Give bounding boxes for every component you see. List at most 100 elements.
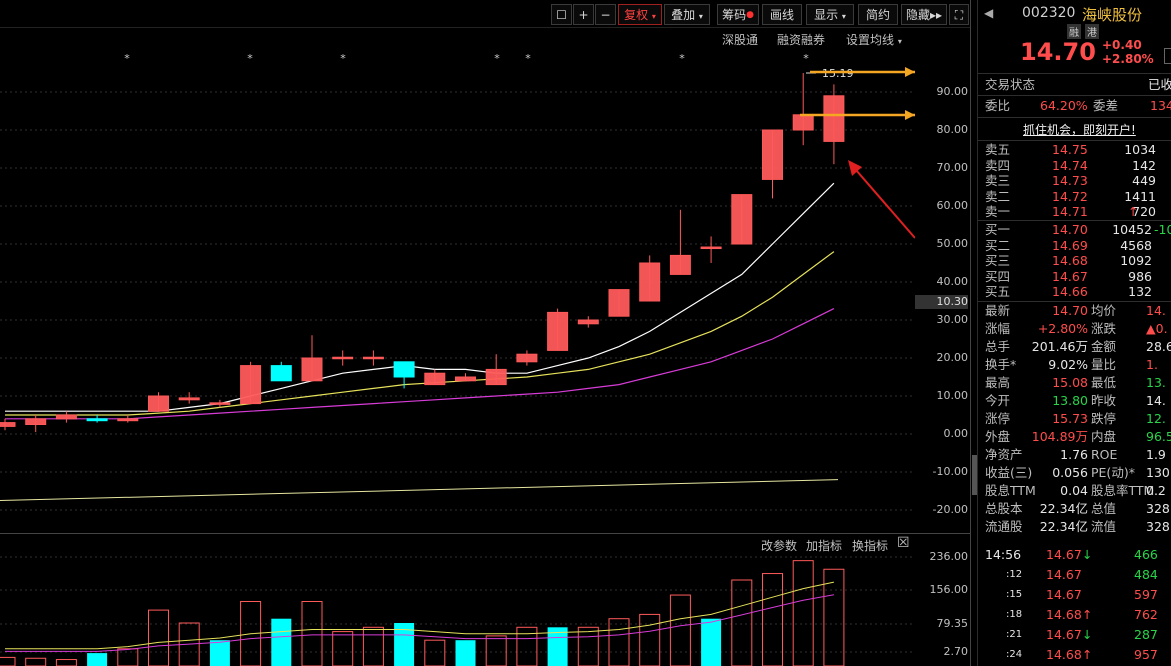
stat-label: 总手 (985, 339, 1011, 354)
stat-label: 换手* (985, 357, 1017, 372)
weibi-label: 委比 (985, 98, 1011, 113)
stat-row: 最新 14.70 均价 14. (978, 302, 1171, 320)
event-marker-icon: * (494, 52, 500, 65)
stat-row: 涨停 15.73 跌停 12. (978, 410, 1171, 428)
tick-price: 14.67 (1046, 547, 1082, 562)
rongzi-link[interactable]: 融资融券 (777, 31, 825, 48)
ma20-line (5, 308, 835, 420)
volume-bar (577, 626, 599, 666)
candle (669, 209, 691, 275)
ma-settings-dropdown[interactable]: 设置均线 ▾ (846, 31, 902, 48)
zoom-out-button[interactable]: − (595, 4, 616, 25)
event-marker-icon: * (340, 52, 346, 65)
stat-label: 流通股 (985, 519, 1023, 534)
candle (178, 392, 200, 404)
stat-value-2: 14. (1146, 303, 1166, 318)
stat-row: 股息TTM 0.04 股息率TTM 0.2 (978, 482, 1171, 500)
fullscreen-button[interactable]: ⛶ (949, 4, 969, 25)
chevron-down-icon: ▾ (651, 12, 656, 21)
candle-body-fill (547, 312, 568, 351)
stat-label-2: 金额 (1091, 339, 1117, 354)
volume-bar (362, 626, 384, 666)
tick-volume: 287 (1134, 627, 1158, 642)
huaxian-button[interactable]: 画线 (762, 4, 802, 25)
candle-body-fill (302, 358, 322, 381)
yincang-button[interactable]: 隐藏▸▸ (901, 4, 947, 25)
stat-value: 0.056 (1052, 465, 1088, 480)
diejia-dropdown[interactable]: 叠加 ▾ (664, 4, 710, 25)
tick-price: 14.67 (1046, 627, 1082, 642)
stat-value: 15.73 (1052, 411, 1088, 426)
tick-row: :18 14.68 ↑ 762 (978, 606, 1171, 624)
stat-row: 收益(三) 0.056 PE(动)* 130 (978, 464, 1171, 482)
last-price: 14.70 (1020, 38, 1096, 66)
candle (731, 194, 753, 245)
volume-axis-label: 236.00 (929, 550, 969, 563)
switch-indicator-link[interactable]: 换指标 (852, 537, 888, 554)
shengutong-link[interactable]: 深股通 (722, 31, 758, 48)
stat-value: 104.89万 (1031, 429, 1088, 444)
expand-button[interactable] (1164, 48, 1171, 64)
candle-body (270, 365, 292, 382)
volume-bar (332, 631, 354, 666)
margin-tag: 融 (1067, 24, 1081, 39)
candle-body (86, 418, 108, 422)
stat-value-2: 14. (1146, 393, 1166, 408)
tick-row: :15 14.67 597 (978, 586, 1171, 604)
double-chevron-right-icon: ▸▸ (929, 8, 943, 22)
tick-time: :18 (1006, 609, 1023, 620)
tick-row: :12 14.67 484 (978, 566, 1171, 584)
weibi-value: 64.20% (1040, 98, 1088, 113)
stat-value: 201.46万 (1031, 339, 1088, 354)
bid-price: 14.66 (1052, 284, 1088, 299)
candle-body-fill (486, 369, 507, 385)
candle (823, 84, 845, 165)
xianshi-dropdown[interactable]: 显示 ▾ (806, 4, 854, 25)
price-axis-label: 0.00 (943, 427, 969, 440)
candle (332, 350, 354, 366)
candle (301, 335, 323, 382)
jianyue-button[interactable]: 简约 (858, 4, 898, 25)
back-arrow-icon[interactable]: ◀ (984, 6, 993, 20)
ma-settings-label: 设置均线 (846, 33, 895, 47)
close-icon[interactable]: ☒ (897, 535, 910, 551)
candle-body-fill (25, 418, 46, 425)
event-marker-icon: * (124, 52, 130, 65)
stat-label-2: 均价 (1091, 303, 1117, 318)
tick-time: :15 (1006, 589, 1023, 600)
add-indicator-link[interactable]: 加指标 (806, 537, 842, 554)
stat-row: 外盘 104.89万内盘 96.57 (978, 428, 1171, 446)
price-change: +0.40 (1102, 38, 1142, 52)
candlestick-chart[interactable]: * * * * * * * 15.19 (0, 50, 915, 534)
ma5-line (5, 182, 835, 412)
zoom-in-button[interactable]: + (573, 4, 594, 25)
candle (608, 289, 630, 317)
candle-body-fill (148, 396, 169, 412)
candle-body-fill (516, 354, 537, 362)
candle (455, 373, 476, 382)
tick-price: 14.68 (1046, 647, 1082, 662)
stat-label-2: ROE (1091, 447, 1118, 462)
stat-label: 总股本 (985, 501, 1023, 516)
orange-arrow-mid-head (905, 110, 915, 120)
stat-label: 外盘 (985, 429, 1011, 444)
candle (0, 418, 16, 431)
change-params-link[interactable]: 改参数 (761, 537, 797, 554)
volume-bar (669, 594, 691, 666)
stat-value-2: 13. (1146, 375, 1166, 390)
open-account-link[interactable]: 抓住机会，即刻开户! (1023, 121, 1136, 138)
candle (762, 129, 783, 199)
candle (86, 415, 108, 423)
stat-row: 今开 13.80 昨收 14. (978, 392, 1171, 410)
stat-label: 净资产 (985, 447, 1023, 462)
chouma-button[interactable]: 筹码● (717, 4, 759, 25)
fuquan-dropdown[interactable]: 复权 ▾ (618, 4, 662, 25)
stat-row: 换手* 9.02% 量比 1. (978, 356, 1171, 374)
stat-value: 22.34亿 (1039, 501, 1088, 516)
candle-body-fill (0, 422, 15, 427)
candle (547, 308, 569, 351)
stat-value: 14.70 (1052, 303, 1088, 318)
lock-button[interactable]: ☐ (551, 4, 572, 25)
red-pointer-arrow (855, 169, 915, 239)
price-axis-label: 70.00 (936, 161, 969, 174)
